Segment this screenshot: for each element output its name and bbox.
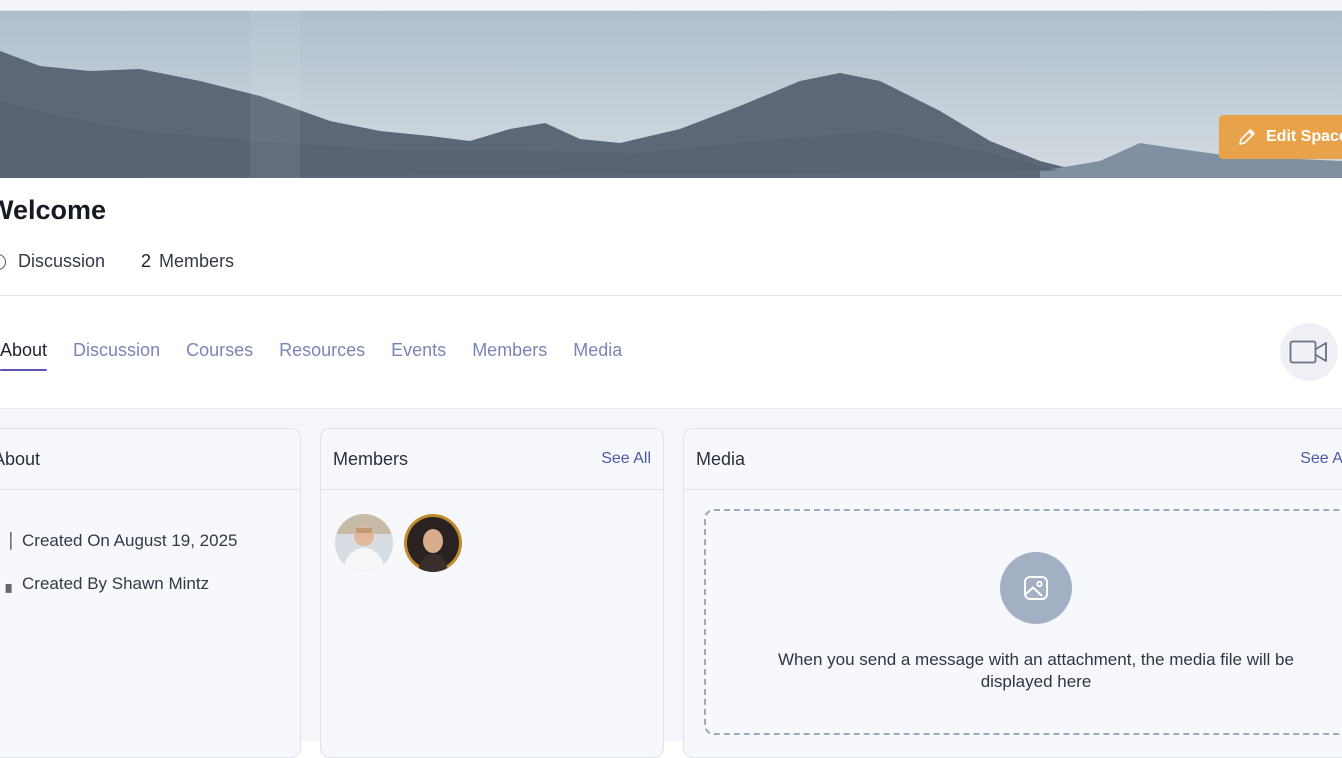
calendar-icon: ▕ <box>0 533 12 550</box>
about-card-title: About <box>0 448 41 469</box>
tab-resources[interactable]: Resources <box>279 340 365 361</box>
media-empty-message: When you send a message with an attachme… <box>778 650 1294 691</box>
members-card: Members See All <box>320 428 664 758</box>
avatar[interactable] <box>335 514 393 572</box>
video-camera-icon <box>1289 340 1327 364</box>
edit-space-button[interactable]: Edit Space <box>1219 115 1342 159</box>
members-label: Members <box>159 251 235 271</box>
video-call-button[interactable] <box>1280 323 1338 381</box>
tab-events[interactable]: Events <box>391 340 446 361</box>
avatar[interactable] <box>404 514 462 572</box>
space-title: Welcome <box>0 195 107 225</box>
image-icon <box>1024 576 1048 600</box>
created-by-row: ▗ Created By Shawn Mintz <box>0 574 210 594</box>
user-icon: ▗ <box>0 576 12 593</box>
created-by-text: Created By Shawn Mintz <box>22 574 210 593</box>
space-tabs: About Discussion Courses Resources Event… <box>0 340 648 371</box>
created-on-text: Created On August 19, 2025 <box>22 531 238 550</box>
pencil-icon <box>1239 129 1255 145</box>
discussion-label: Discussion <box>18 251 106 271</box>
media-card-title: Media <box>696 448 746 469</box>
space-stats: Discussion 2 Members <box>0 251 234 272</box>
discussion-icon <box>0 253 6 270</box>
tab-about[interactable]: About <box>0 340 48 371</box>
edit-space-label: Edit Space <box>1266 128 1342 145</box>
top-strip <box>0 0 1342 11</box>
cover-image <box>0 11 1342 178</box>
tab-members[interactable]: Members <box>472 340 547 361</box>
members-card-title: Members <box>333 448 409 469</box>
tab-discussion[interactable]: Discussion <box>73 340 160 361</box>
tab-courses[interactable]: Courses <box>186 340 253 361</box>
tab-media[interactable]: Media <box>573 340 622 361</box>
members-see-all-link[interactable]: See All <box>601 450 651 468</box>
divider <box>0 295 1342 296</box>
created-on-row: ▕ Created On August 19, 2025 <box>0 531 238 551</box>
members-count: 2 <box>141 251 152 271</box>
media-see-all-link[interactable]: See All <box>1300 450 1342 468</box>
media-dropzone <box>704 509 1342 735</box>
media-placeholder <box>1000 552 1072 624</box>
